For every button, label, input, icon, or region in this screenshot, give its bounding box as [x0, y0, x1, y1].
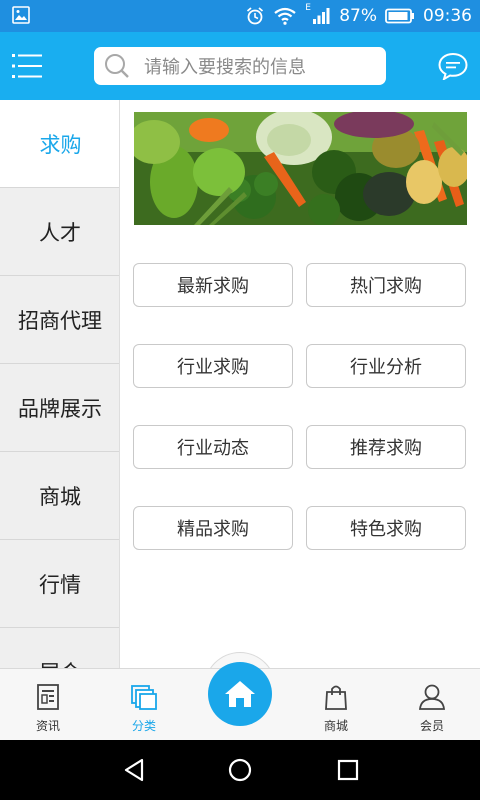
subcategory-button[interactable]: 推荐求购	[306, 425, 466, 469]
category-icon	[131, 685, 157, 710]
battery-icon	[385, 8, 414, 24]
subcategory-label: 特色求购	[350, 519, 422, 540]
search-icon	[105, 54, 129, 78]
subcategory-button[interactable]: 行业分析	[306, 344, 466, 388]
subcategory-button[interactable]: 特色求购	[306, 506, 466, 550]
subcategory-label: 热门求购	[350, 276, 422, 297]
gallery-icon	[12, 6, 30, 24]
system-nav-bar	[0, 740, 480, 800]
category-label: 展会	[39, 657, 81, 669]
banner-vegetables-image[interactable]	[134, 112, 467, 225]
back-icon[interactable]	[120, 756, 148, 784]
tab-label: 会员	[419, 719, 444, 733]
category-item-rencai[interactable]: 人才	[0, 188, 119, 276]
search-input[interactable]: 请输入要搜索的信息	[94, 47, 386, 85]
home-button[interactable]	[208, 662, 272, 726]
subcategory-button[interactable]: 热门求购	[306, 263, 466, 307]
battery-percent: 87%	[339, 6, 377, 26]
status-bar: E 87% 09:36	[0, 0, 480, 32]
app-header: 请输入要搜索的信息	[0, 32, 480, 100]
tab-mall[interactable]: 商城	[288, 669, 384, 741]
menu-icon[interactable]	[12, 52, 42, 80]
subcategory-button[interactable]: 精品求购	[133, 506, 293, 550]
home-nav-icon[interactable]	[226, 756, 254, 784]
tab-label: 分类	[131, 719, 156, 733]
user-icon	[419, 684, 445, 710]
category-menu: 求购 人才 招商代理 品牌展示 商城 行情 展会	[0, 100, 120, 668]
tab-label: 资讯	[35, 719, 60, 733]
news-icon	[37, 684, 59, 710]
tab-news[interactable]: 资讯	[0, 669, 96, 741]
category-label: 人才	[39, 220, 81, 245]
category-item-shangcheng[interactable]: 商城	[0, 452, 119, 540]
clock: 09:36	[423, 6, 472, 26]
category-item-zhanhui[interactable]: 展会	[0, 628, 119, 669]
tab-member[interactable]: 会员	[384, 669, 480, 741]
category-label: 求购	[39, 132, 82, 157]
subcategory-button[interactable]: 行业动态	[133, 425, 293, 469]
subcategory-button[interactable]: 行业求购	[133, 344, 293, 388]
category-item-hangqing[interactable]: 行情	[0, 540, 119, 628]
category-label: 品牌展示	[18, 396, 102, 421]
recent-apps-icon[interactable]	[334, 756, 362, 784]
wifi-icon	[274, 7, 296, 25]
subcategory-label: 精品求购	[177, 519, 249, 540]
search-placeholder: 请输入要搜索的信息	[144, 57, 306, 78]
subcategory-label: 行业求购	[177, 357, 249, 378]
category-item-qiugou[interactable]: 求购	[0, 100, 119, 188]
subcategory-label: 最新求购	[177, 276, 249, 297]
subcategory-button[interactable]: 最新求购	[133, 263, 293, 307]
message-icon[interactable]	[438, 52, 468, 80]
tab-category[interactable]: 分类	[96, 669, 192, 741]
category-label: 行情	[39, 572, 81, 597]
category-item-pinpai[interactable]: 品牌展示	[0, 364, 119, 452]
category-item-zhaoshang[interactable]: 招商代理	[0, 276, 119, 364]
subcategory-label: 行业动态	[177, 438, 249, 459]
alarm-icon	[247, 7, 264, 25]
category-label: 招商代理	[18, 308, 102, 333]
subcategory-label: 推荐求购	[350, 438, 422, 459]
signal-icon: E	[305, 3, 331, 26]
subcategory-label: 行业分析	[350, 357, 422, 378]
category-label: 商城	[39, 484, 81, 509]
shopping-bag-icon	[325, 685, 347, 710]
home-icon	[225, 681, 255, 707]
tab-label: 商城	[323, 719, 348, 733]
